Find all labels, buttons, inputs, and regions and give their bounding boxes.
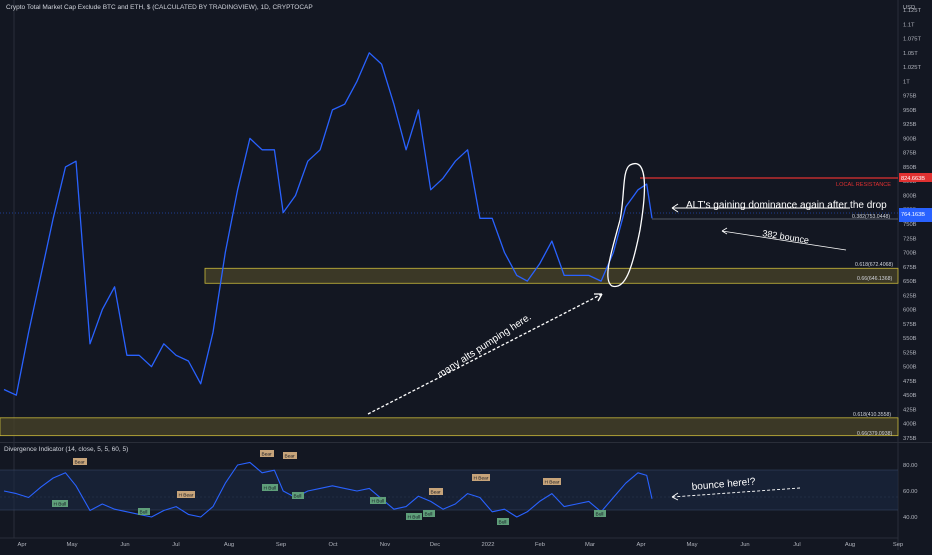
time-tick-label: Jun <box>740 542 749 548</box>
chart-title: Crypto Total Market Cap Exclude BTC and … <box>6 4 313 11</box>
dominance-annotation: ALT's gaining dominance again after the … <box>686 200 887 211</box>
fib-382-label: 0.382(753.0448) <box>852 214 890 220</box>
chart-root: Crypto Total Market Cap Exclude BTC and … <box>0 0 932 550</box>
time-tick-label: 2022 <box>482 542 495 548</box>
price-tick-label: 675B <box>903 265 917 271</box>
price-tick-label: 1.1T <box>903 22 915 28</box>
fib-618-label: 0.618(672.4068) <box>855 262 893 268</box>
fib-zone-upper <box>204 267 899 284</box>
tag-hbull-4-text: H Bull <box>408 515 421 521</box>
price-tick-label: 650B <box>903 279 917 285</box>
time-tick-label: Dec <box>430 542 440 548</box>
price-tick-label: 925B <box>903 122 917 128</box>
price-tick-label: 525B <box>903 350 917 356</box>
time-tick-label: Apr <box>636 542 645 548</box>
tag-bear-1-text: Bear <box>75 460 86 466</box>
fib-zone-lower <box>0 417 899 437</box>
time-tick-label: Apr <box>17 542 26 548</box>
tag-bear-2-text: Bear <box>262 452 273 458</box>
price-tick-label: 700B <box>903 251 917 257</box>
time-tick-label: Jul <box>172 542 179 548</box>
price-tick-label: 1T <box>903 79 910 85</box>
price-tick-label: 975B <box>903 94 917 100</box>
fib-618-low-label: 0.618(410.3558) <box>853 412 891 418</box>
time-tick-label: Nov <box>380 542 390 548</box>
price-tick-label: 450B <box>903 393 917 399</box>
tag-hbull-2-text: H Bull <box>264 486 277 492</box>
tag-bear-4-text: Bear <box>431 490 442 496</box>
local-resistance-label: LOCAL RESISTANCE <box>836 182 891 188</box>
price-tick-label: 900B <box>903 136 917 142</box>
indicator-title: Divergence Indicator (14, close, 5, 5, 6… <box>4 446 128 453</box>
time-tick-label: Mar <box>585 542 595 548</box>
current-price-text: 764.163B <box>901 212 925 218</box>
tag-bull-3-text: Bull <box>425 512 433 518</box>
time-tick-label: Jul <box>793 542 800 548</box>
fib-66-low-label: 0.66(379.0938) <box>857 431 892 437</box>
indicator-tick-label: 80.00 <box>903 463 918 469</box>
resistance-price-text: 824.663B <box>901 176 925 182</box>
price-tick-label: 850B <box>903 165 917 171</box>
price-tick-label: 500B <box>903 365 917 371</box>
time-tick-label: May <box>687 542 698 548</box>
price-tick-label: 600B <box>903 308 917 314</box>
tag-bull-1-text: Bull <box>140 510 148 516</box>
price-tick-label: 750B <box>903 222 917 228</box>
price-tick-label: 950B <box>903 108 917 114</box>
indicator-tick-label: 40.00 <box>903 515 918 521</box>
price-tick-label: 400B <box>903 422 917 428</box>
tag-hbear-1-text: H Bear <box>179 493 194 499</box>
time-tick-label: Jun <box>120 542 129 548</box>
indicator-band <box>0 470 898 510</box>
price-tick-label: 1.125T <box>903 8 922 14</box>
price-tick-label: 625B <box>903 293 917 299</box>
price-tick-label: 550B <box>903 336 917 342</box>
fib-66-label: 0.66(646.1368) <box>857 276 892 282</box>
price-tick-label: 425B <box>903 407 917 413</box>
tag-hbull-1-text: H Bull <box>54 502 67 508</box>
time-tick-label: Sep <box>893 542 903 548</box>
price-tick-label: 1.025T <box>903 65 922 71</box>
time-tick-label: Oct <box>328 542 337 548</box>
tag-bull-5-text: Bull <box>596 512 604 518</box>
price-tick-label: 575B <box>903 322 917 328</box>
price-tick-label: 800B <box>903 193 917 199</box>
price-tick-label: 1.05T <box>903 51 918 57</box>
price-tick-label: 475B <box>903 379 917 385</box>
indicator-tick-label: 60.00 <box>903 489 918 495</box>
tag-hbear-2-text: H Bear <box>474 476 489 482</box>
price-tick-label: 725B <box>903 236 917 242</box>
time-tick-label: May <box>67 542 78 548</box>
time-tick-label: Feb <box>535 542 545 548</box>
time-tick-label: Sep <box>276 542 286 548</box>
tag-bull-2-text: Bull <box>294 494 302 500</box>
tag-bull-4-text: Bull <box>499 520 507 526</box>
tag-hbear-3-text: H Bear <box>545 480 560 486</box>
tag-hbull-3-text: H Bull <box>372 499 385 505</box>
time-tick-label: Aug <box>224 542 234 548</box>
price-tick-label: 875B <box>903 151 917 157</box>
tag-bear-3-text: Bear <box>285 454 296 460</box>
price-tick-label: 375B <box>903 436 917 442</box>
chart-svg[interactable]: Crypto Total Market Cap Exclude BTC and … <box>0 0 932 550</box>
price-tick-label: 1.075T <box>903 37 922 43</box>
time-tick-label: Aug <box>845 542 855 548</box>
